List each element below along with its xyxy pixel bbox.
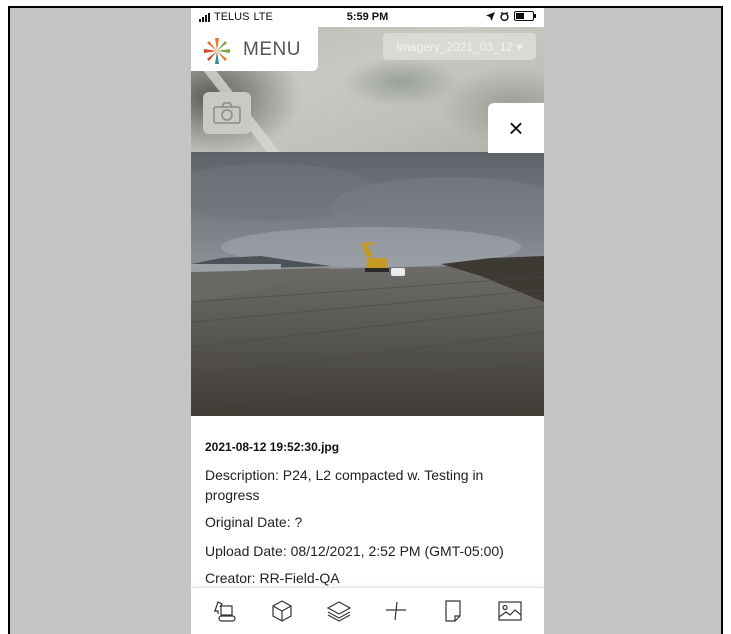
layers-icon <box>326 601 352 622</box>
layers-tool-button[interactable] <box>324 596 354 626</box>
image-icon <box>497 601 522 621</box>
status-bar: TELUS LTE 5:59 PM <box>191 8 544 27</box>
camera-icon <box>213 102 241 124</box>
photo-filename: 2021-08-12 19:52:30.jpg <box>205 440 340 454</box>
alarm-icon <box>500 11 509 21</box>
imagery-select[interactable]: Imagery_2021_03_12 ▾ <box>383 33 536 60</box>
photo-original-date: Original Date: ? <box>205 514 303 530</box>
cube-icon <box>272 600 292 622</box>
document-icon <box>445 600 461 622</box>
menu-label: MENU <box>243 39 301 60</box>
site-photo <box>191 152 544 416</box>
gallery-tool-button[interactable] <box>495 596 525 626</box>
battery-icon <box>514 11 536 21</box>
location-arrow-icon <box>486 11 495 21</box>
close-button[interactable]: × <box>488 103 544 153</box>
phone-screen: TELUS LTE 5:59 PM MENU Imagery_2021_03_1… <box>191 8 544 634</box>
model-tool-button[interactable] <box>267 596 297 626</box>
camera-button[interactable] <box>203 92 251 134</box>
bottom-toolbar <box>191 587 544 634</box>
menu-button[interactable]: MENU <box>191 27 318 71</box>
measure-tool-button[interactable] <box>381 596 411 626</box>
photo-creator: Creator: RR-Field-QA <box>205 570 340 586</box>
measure-icon <box>385 601 406 621</box>
excavator-tool-button[interactable] <box>210 596 240 626</box>
document-tool-button[interactable] <box>438 596 468 626</box>
photo-upload-date: Upload Date: 08/12/2021, 2:52 PM (GMT-05… <box>205 543 504 559</box>
excavator-icon <box>214 601 237 622</box>
photo-details: 2021-08-12 19:52:30.jpg Description: P24… <box>191 416 544 596</box>
photo-description: Description: P24, L2 compacted w. Testin… <box>205 467 484 503</box>
app-logo-icon <box>204 38 230 64</box>
